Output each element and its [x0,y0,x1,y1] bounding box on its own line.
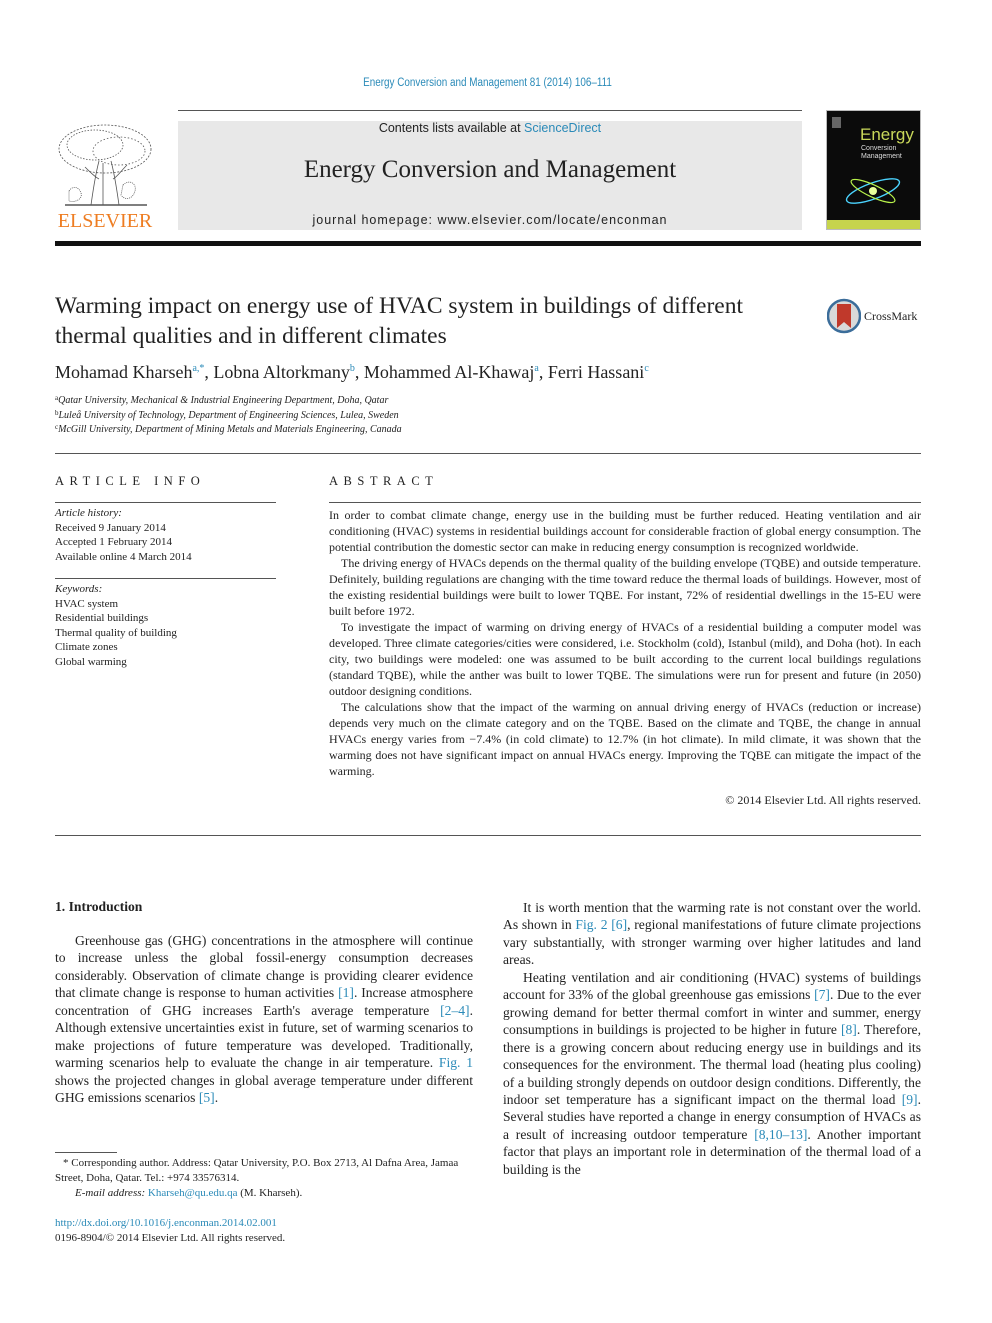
email-link[interactable]: Kharseh@qu.edu.qa [148,1187,238,1199]
sciencedirect-link[interactable]: ScienceDirect [524,121,601,135]
cover-title-energy: Energy [860,125,914,144]
keywords-label: Keywords: [55,583,103,595]
body-text: shows the projected changes in global av… [55,1072,473,1106]
article-info-rule [55,502,276,503]
doi-link[interactable]: http://dx.doi.org/10.1016/j.enconman.201… [55,1216,285,1231]
author[interactable]: Ferri Hassanic [548,362,649,382]
abstract-body: In order to combat climate change, energ… [329,507,921,779]
affiliation: cMcGill University, Department of Mining… [55,423,402,435]
header-rule [178,110,802,111]
keyword: Climate zones [55,641,118,653]
citation-link[interactable]: [6] [611,917,627,932]
elsevier-wordmark: ELSEVIER [57,210,153,232]
article-history: Article history: Received 9 January 2014… [55,506,192,564]
citation-link[interactable]: Fig. 2 [575,917,607,932]
body-column-left: Greenhouse gas (GHG) concentrations in t… [55,932,473,1107]
affiliation-text: Luleå University of Technology, Departme… [58,410,399,421]
journal-homepage[interactable]: journal homepage: www.elsevier.com/locat… [178,213,802,227]
body-paragraph: Greenhouse gas (GHG) concentrations in t… [55,932,473,1107]
author[interactable]: Mohamad Kharseha,* [55,362,204,382]
history-received: Received 9 January 2014 [55,521,166,534]
running-head[interactable]: Energy Conversion and Management 81 (201… [68,77,907,89]
journal-cover-thumbnail[interactable]: Energy Conversion Management [826,110,921,230]
history-online: Available online 4 March 2014 [55,550,192,563]
keywords-rule [55,578,276,579]
author-name: Mohamad Kharseh [55,362,193,382]
article-info-heading: ARTICLE INFO [55,474,206,488]
body-text: . [214,1090,219,1106]
issn-copyright: 0196-8904/© 2014 Elsevier Ltd. All right… [55,1232,286,1244]
citation-link[interactable]: [7] [814,987,830,1002]
header-thick-rule [55,241,921,246]
footnote-rule [55,1152,117,1153]
author[interactable]: Lobna Altorkmanyb [213,362,354,382]
keyword: Residential buildings [55,612,149,624]
affiliation: aQatar University, Mechanical & Industri… [55,394,388,406]
email-note: E-mail address: Kharseh@qu.edu.qa (M. Kh… [55,1186,493,1201]
cover-strip [827,220,920,229]
body-paragraph: Heating ventilation and air conditioning… [503,969,921,1178]
citation-link[interactable]: [9] [902,1092,918,1107]
article-title: Warming impact on energy use of HVAC sys… [55,293,743,349]
citation-link[interactable]: [8] [841,1022,857,1037]
abstract-paragraph: To investigate the impact of warming on … [329,620,921,698]
citation-link[interactable]: [5] [199,1090,215,1105]
email-suffix: (M. Kharseh). [237,1187,303,1199]
journal-title: Energy Conversion and Management [303,156,677,183]
abstract-rule [329,502,921,503]
author-name: Lobna Altorkmany [213,362,350,382]
body-paragraph: It is worth mention that the warming rat… [503,899,921,969]
affiliation-text: McGill University, Department of Mining … [58,424,402,435]
keyword: Global warming [55,655,127,668]
crossmark-button[interactable]: CrossMark [826,298,927,334]
author-name: Ferri Hassani [547,362,645,382]
crossmark-label: CrossMark [864,309,918,323]
citation-link[interactable]: [2–4] [440,1003,469,1018]
abstract-paragraph: The calculations show that the impact of… [329,700,921,778]
abstract-heading: ABSTRACT [329,474,439,488]
cover-glow-graphic-icon [845,178,901,204]
abstract-paragraph: In order to combat climate change, energ… [329,508,921,554]
author-name: Mohammed Al-Khawaj [363,362,535,382]
keyword: HVAC system [55,597,119,610]
author[interactable]: Mohammed Al-Khawaja [364,362,539,382]
author-separator: , [538,362,548,382]
affiliation: bLuleå University of Technology, Departm… [55,409,399,421]
section-heading-introduction: 1. Introduction [55,899,143,914]
body-column-right: It is worth mention that the warming rat… [503,899,921,1178]
cover-line-management: Management [861,153,902,160]
abstract-paragraph: The driving energy of HVACs depends on t… [329,556,921,618]
author-separator: , [354,362,364,382]
author-affil-mark[interactable]: a,* [192,363,204,374]
affiliation-text: Qatar University, Mechanical & Industria… [58,395,389,406]
abstract-end-rule [55,835,921,836]
citation-link[interactable]: Fig. 1 [439,1055,473,1070]
contents-prefix: Contents lists available at [378,121,525,135]
crossmark-icon [826,298,862,334]
cover-publisher-icon [832,117,841,128]
author-affil-mark[interactable]: c [644,363,648,374]
tree-icon [58,124,152,206]
author-list: Mohamad Kharseha,*, Lobna Altorkmanyb, M… [55,362,649,383]
doi-block: http://dx.doi.org/10.1016/j.enconman.201… [55,1216,285,1246]
contents-line: Contents lists available at ScienceDirec… [178,121,802,135]
keyword: Thermal quality of building [55,626,177,639]
citation-link[interactable]: [8,10–13] [754,1127,807,1142]
history-accepted: Accepted 1 February 2014 [55,536,172,548]
abstract-copyright: © 2014 Elsevier Ltd. All rights reserved… [725,793,921,807]
history-label: Article history: [55,507,122,519]
cover-subtitle: Conversion Management [861,145,902,161]
citation-link[interactable]: [1] [338,985,354,1000]
corresponding-author-note: * Corresponding author. Address: Qatar U… [55,1157,459,1184]
keywords: Keywords: HVAC system Residential buildi… [55,582,177,669]
cover-line-conversion: Conversion [861,145,897,152]
email-label: E-mail address: [75,1187,146,1199]
section-divider [55,453,921,454]
